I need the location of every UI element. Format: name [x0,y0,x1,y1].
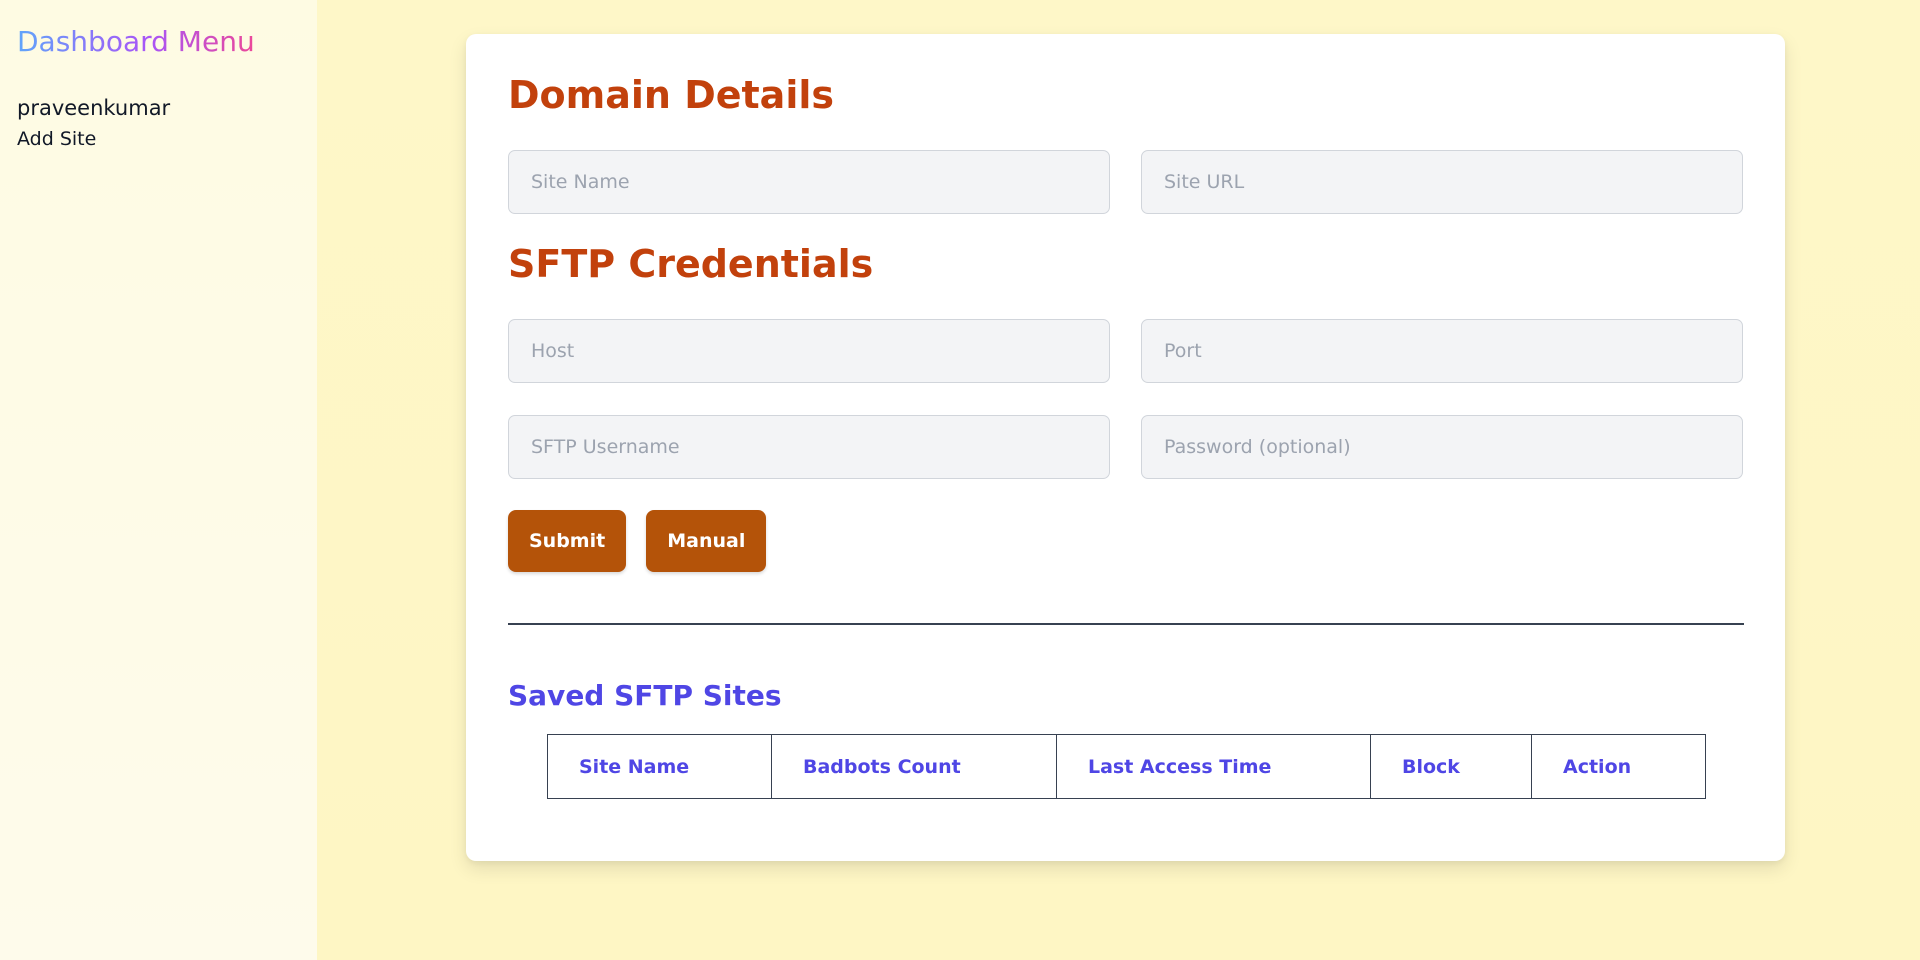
column-header-block: Block [1370,734,1532,799]
port-input[interactable] [1141,319,1743,383]
sftp-login-row [508,415,1743,479]
domain-details-heading: Domain Details [508,73,834,117]
sidebar-title: Dashboard Menu [17,25,255,58]
site-form-card: Domain Details SFTP Credentials Submit M… [466,34,1785,861]
host-input[interactable] [508,319,1110,383]
password-input[interactable] [1141,415,1743,479]
sidebar-item-add-site[interactable]: Add Site [17,126,96,152]
manual-button[interactable]: Manual [646,510,767,572]
saved-sites-table: Site Name Badbots Count Last Access Time… [547,734,1706,799]
domain-details-row [508,150,1743,214]
table-header-row: Site Name Badbots Count Last Access Time… [547,734,1706,799]
form-actions: Submit Manual [508,510,1743,572]
sftp-credentials-heading: SFTP Credentials [508,242,874,286]
sidebar-username: praveenkumar [17,96,171,120]
main-content: Domain Details SFTP Credentials Submit M… [317,0,1920,960]
column-header-site-name: Site Name [547,734,772,799]
site-url-input[interactable] [1141,150,1743,214]
section-divider [508,623,1744,625]
submit-button[interactable]: Submit [508,510,627,572]
sidebar: Dashboard Menu praveenkumar Add Site [0,0,317,960]
sftp-username-input[interactable] [508,415,1110,479]
column-header-action: Action [1531,734,1706,799]
sftp-host-port-row [508,319,1743,383]
site-name-input[interactable] [508,150,1110,214]
column-header-last-access-time: Last Access Time [1056,734,1371,799]
column-header-badbots-count: Badbots Count [771,734,1057,799]
saved-sites-title: Saved SFTP Sites [508,679,782,712]
